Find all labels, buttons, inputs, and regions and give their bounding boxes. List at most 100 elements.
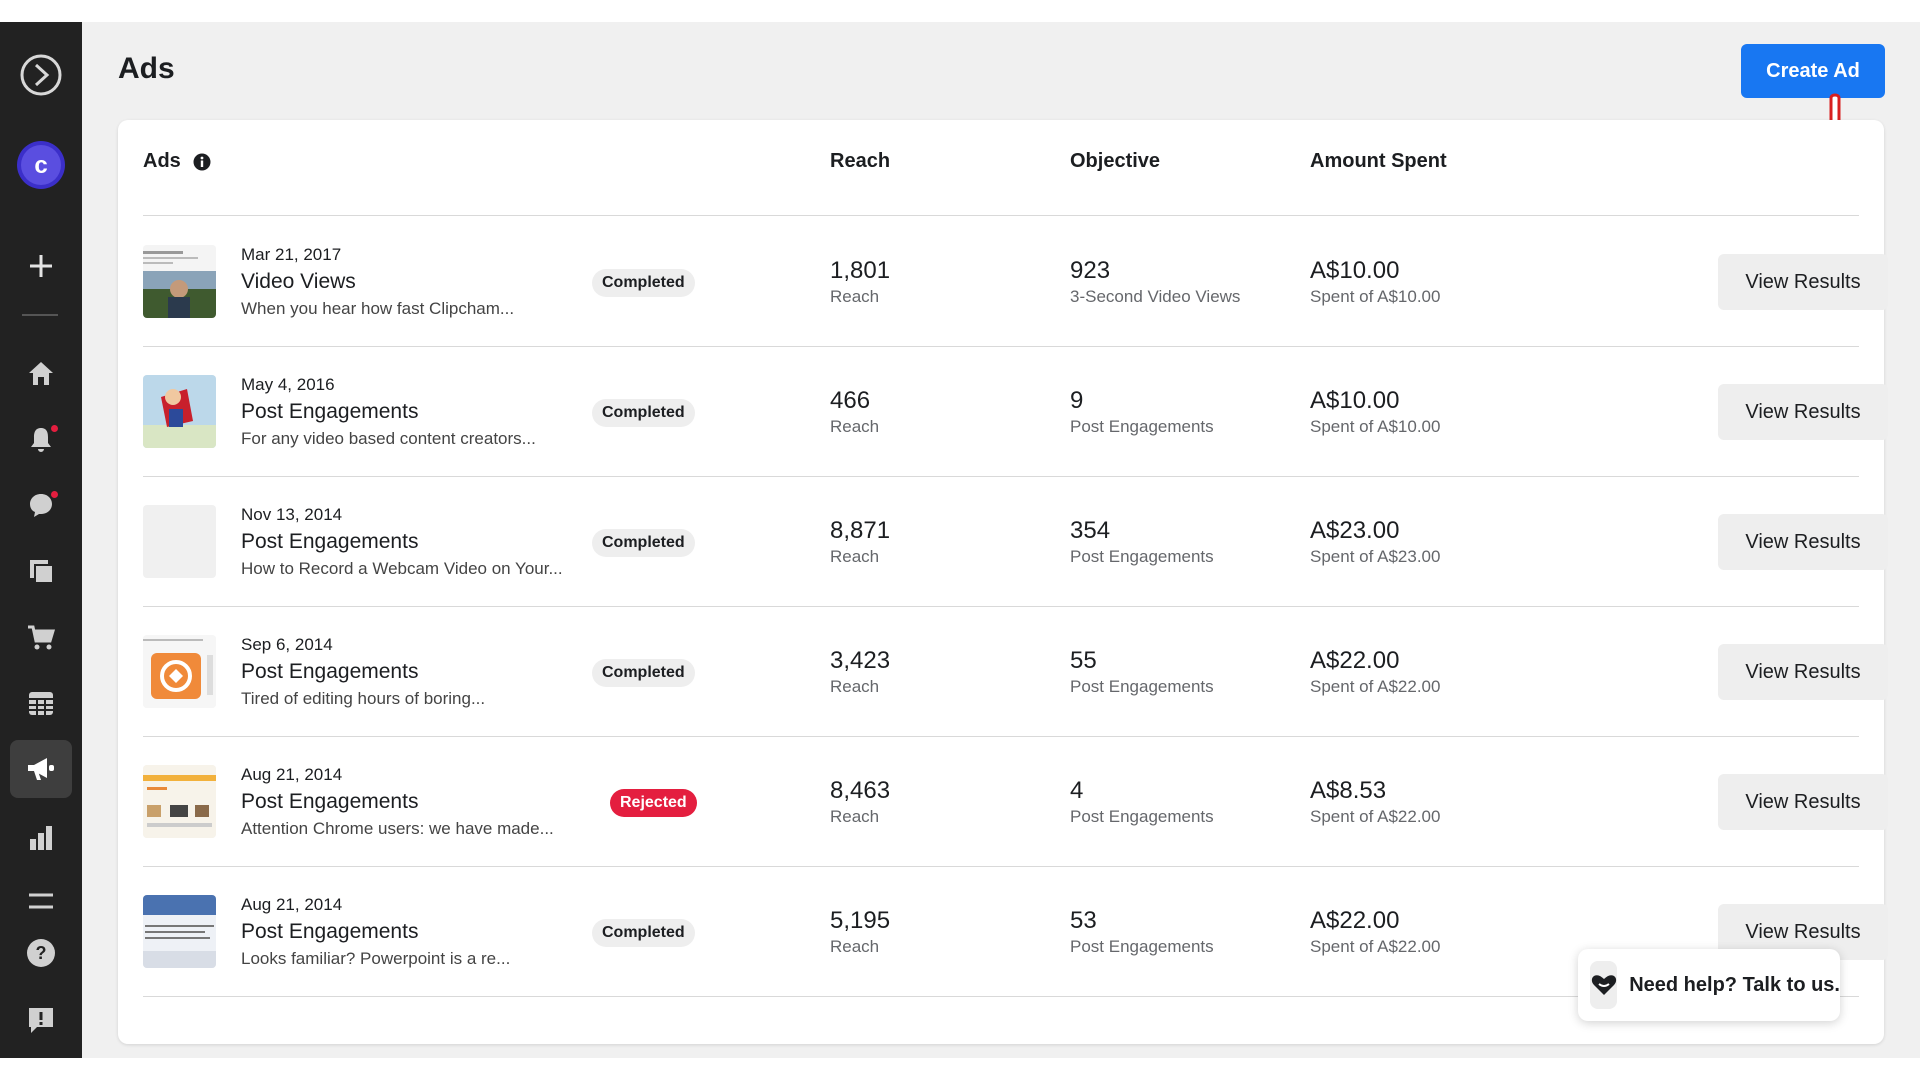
ads-table: Ads Reach Objective Amount Spent Mar 21,… <box>118 120 1888 1044</box>
reach-label: Reach <box>830 807 880 826</box>
table-row[interactable]: May 4, 2016 Post Engagements For any vid… <box>143 347 1888 477</box>
svg-text:?: ? <box>36 943 47 963</box>
objective-value: 55 <box>1070 647 1097 674</box>
ad-name[interactable]: Post Engagements <box>241 790 418 814</box>
objective-label: Post Engagements <box>1070 547 1214 566</box>
status-badge: Completed <box>592 269 695 297</box>
amount-spent: A$22.00 <box>1310 647 1400 674</box>
account-avatar-icon[interactable]: c <box>10 136 72 194</box>
ad-description: Tired of editing hours of boring... <box>241 689 486 708</box>
ad-name[interactable]: Video Views <box>241 270 356 294</box>
ad-name[interactable]: Post Engagements <box>241 400 418 424</box>
objective-label: Post Engagements <box>1070 807 1214 826</box>
sidebar: c ? <box>0 22 82 1058</box>
ad-thumbnail <box>143 895 216 968</box>
ad-date: May 4, 2016 <box>241 375 335 394</box>
heart-chat-icon <box>1590 961 1618 1009</box>
message-dot <box>50 490 59 499</box>
table-row[interactable]: Nov 13, 2014 Post Engagements How to Rec… <box>143 477 1888 607</box>
amount-spent: A$23.00 <box>1310 517 1400 544</box>
pages-icon[interactable] <box>10 542 72 600</box>
page-title: Ads <box>118 52 175 85</box>
ad-name[interactable]: Post Engagements <box>241 660 418 684</box>
amount-spent: A$8.53 <box>1310 777 1387 804</box>
info-icon[interactable] <box>193 153 211 171</box>
help-chat-widget[interactable]: Need help? Talk to us. <box>1578 949 1840 1021</box>
reach-value: 1,801 <box>830 257 891 284</box>
status-badge: Completed <box>592 919 695 947</box>
view-results-button[interactable]: View Results <box>1718 384 1888 440</box>
objective-label: Post Engagements <box>1070 417 1214 436</box>
ad-thumbnail <box>143 375 216 448</box>
reach-label: Reach <box>830 937 880 956</box>
view-results-button[interactable]: View Results <box>1718 254 1888 310</box>
ad-thumbnail <box>143 765 216 838</box>
objective-label: 3-Second Video Views <box>1070 287 1241 306</box>
header-objective: Objective <box>1070 150 1161 172</box>
ad-description: Attention Chrome users: we have made... <box>241 819 554 838</box>
calendar-icon[interactable] <box>10 674 72 732</box>
status-badge: Completed <box>592 659 695 687</box>
reach-label: Reach <box>830 417 880 436</box>
reach-value: 8,871 <box>830 517 891 544</box>
reach-label: Reach <box>830 287 880 306</box>
amount-budget: Spent of A$22.00 <box>1310 807 1441 826</box>
app-window: c ? Ads Create Ad Ads Reach Objective Am… <box>0 22 1920 1058</box>
amount-budget: Spent of A$22.00 <box>1310 937 1441 956</box>
header-ads: Ads <box>143 150 181 172</box>
ad-name[interactable]: Post Engagements <box>241 920 418 944</box>
sidebar-divider <box>22 314 58 316</box>
reach-value: 5,195 <box>830 907 891 934</box>
help-text: Need help? Talk to us. <box>1629 973 1840 996</box>
table-row[interactable]: Mar 21, 2017 Video Views When you hear h… <box>143 217 1888 347</box>
ad-date: Aug 21, 2014 <box>241 765 343 784</box>
insights-icon[interactable] <box>10 809 72 867</box>
shop-icon[interactable] <box>10 608 72 666</box>
reach-value: 8,463 <box>830 777 891 804</box>
objective-value: 4 <box>1070 777 1084 804</box>
ad-description: Looks familiar? Powerpoint is a re... <box>241 949 511 968</box>
table-header: Ads Reach Objective Amount Spent <box>143 120 1859 216</box>
table-row[interactable]: Sep 6, 2014 Post Engagements Tired of ed… <box>143 607 1888 737</box>
create-ad-button[interactable]: Create Ad <box>1741 44 1885 98</box>
ad-date: Aug 21, 2014 <box>241 895 343 914</box>
ad-date: Mar 21, 2017 <box>241 245 342 264</box>
objective-value: 9 <box>1070 387 1084 414</box>
ad-name[interactable]: Post Engagements <box>241 530 418 554</box>
view-results-button[interactable]: View Results <box>1718 644 1888 700</box>
ad-thumbnail <box>143 635 216 708</box>
notifications-icon[interactable] <box>10 410 72 468</box>
reach-label: Reach <box>830 677 880 696</box>
reach-value: 466 <box>830 387 871 414</box>
ad-thumbnail <box>143 505 216 578</box>
table-row[interactable]: Aug 21, 2014 Post Engagements Attention … <box>143 737 1888 867</box>
home-icon[interactable] <box>10 344 72 402</box>
status-badge: Completed <box>592 399 695 427</box>
amount-spent: A$22.00 <box>1310 907 1400 934</box>
plus-icon[interactable] <box>10 237 72 295</box>
feedback-icon[interactable] <box>10 991 72 1049</box>
logo-icon[interactable] <box>10 46 72 104</box>
notification-dot <box>50 424 59 433</box>
reach-label: Reach <box>830 547 880 566</box>
amount-budget: Spent of A$23.00 <box>1310 547 1441 566</box>
objective-label: Post Engagements <box>1070 937 1214 956</box>
ad-description: How to Record a Webcam Video on Your... <box>241 559 563 578</box>
objective-label: Post Engagements <box>1070 677 1214 696</box>
ads-icon[interactable] <box>10 740 72 798</box>
objective-value: 53 <box>1070 907 1097 934</box>
amount-budget: Spent of A$10.00 <box>1310 287 1441 306</box>
help-icon[interactable]: ? <box>10 924 72 982</box>
ad-date: Nov 13, 2014 <box>241 505 343 524</box>
view-results-button[interactable]: View Results <box>1718 514 1888 570</box>
menu-icon[interactable] <box>10 872 72 930</box>
ad-date: Sep 6, 2014 <box>241 635 333 654</box>
amount-spent: A$10.00 <box>1310 387 1400 414</box>
messages-icon[interactable] <box>10 476 72 534</box>
status-badge: Completed <box>592 529 695 557</box>
view-results-button[interactable]: View Results <box>1718 774 1888 830</box>
amount-spent: A$10.00 <box>1310 257 1400 284</box>
header-amount-spent: Amount Spent <box>1310 150 1447 172</box>
svg-text:c: c <box>34 152 47 179</box>
reach-value: 3,423 <box>830 647 891 674</box>
